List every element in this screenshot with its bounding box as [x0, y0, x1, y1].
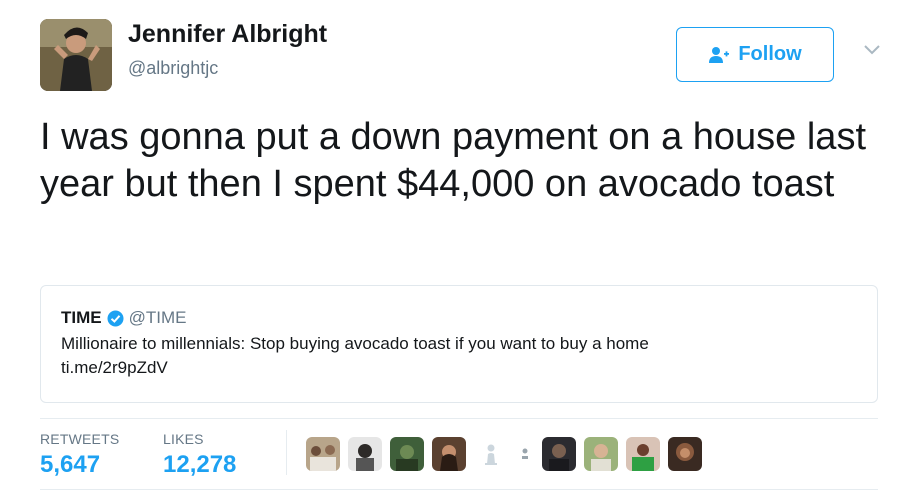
quoted-author-name: TIME: [61, 308, 102, 327]
chevron-down-icon[interactable]: [860, 40, 884, 60]
add-user-icon: [709, 46, 730, 63]
small-dot-icon: [522, 448, 528, 459]
liker-separator: [516, 437, 534, 471]
quoted-tweet-link[interactable]: ti.me/2r9pZdV: [61, 358, 168, 378]
verified-badge-icon: [107, 310, 124, 326]
author-avatar[interactable]: [40, 19, 112, 91]
stats-separator: [286, 430, 287, 475]
author-handle[interactable]: @albrightjc: [128, 58, 218, 79]
liker-avatar[interactable]: [542, 437, 576, 471]
author-name[interactable]: Jennifer Albright: [128, 20, 327, 49]
follow-button[interactable]: Follow: [676, 27, 834, 82]
stats-bottom-divider: [40, 489, 878, 490]
liker-avatar[interactable]: [390, 437, 424, 471]
follow-button-label: Follow: [738, 43, 802, 65]
liker-avatar[interactable]: [668, 437, 702, 471]
default-profile-icon: [485, 444, 497, 465]
avatar-photo: [40, 19, 112, 91]
quoted-author-handle: @TIME: [128, 308, 187, 327]
stats-top-divider: [40, 418, 878, 419]
retweets-count[interactable]: 5,647: [40, 451, 100, 479]
liker-avatar[interactable]: [432, 437, 466, 471]
likes-count[interactable]: 12,278: [163, 451, 236, 479]
likes-label[interactable]: LIKES: [163, 431, 204, 447]
liker-avatars: [306, 437, 702, 471]
liker-avatar[interactable]: [584, 437, 618, 471]
liker-avatar[interactable]: [626, 437, 660, 471]
liker-avatar-default[interactable]: [474, 437, 508, 471]
liker-avatar[interactable]: [348, 437, 382, 471]
quoted-tweet-header: TIME @TIME: [61, 308, 186, 328]
quoted-tweet[interactable]: TIME @TIME Millionaire to millennials: S…: [40, 285, 878, 403]
liker-avatar[interactable]: [306, 437, 340, 471]
tweet-text: I was gonna put a down payment on a hous…: [40, 116, 866, 205]
quoted-tweet-text: Millionaire to millennials: Stop buying …: [61, 334, 649, 353]
retweets-label[interactable]: RETWEETS: [40, 431, 119, 447]
